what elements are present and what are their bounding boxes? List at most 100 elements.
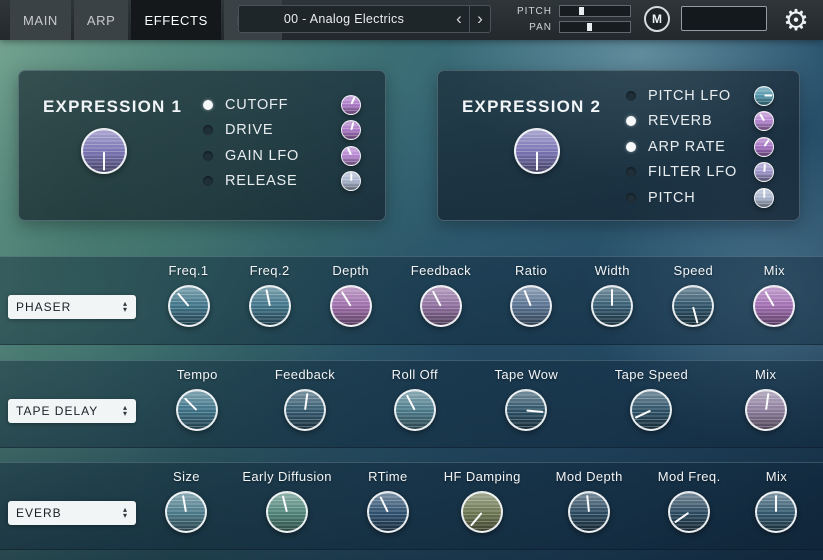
tape-delay-effect-selector[interactable]: TAPE DELAY ▴▾ bbox=[8, 399, 136, 423]
tape-wow-knob[interactable] bbox=[505, 389, 547, 431]
filter-lfo-amount-knob[interactable] bbox=[754, 162, 774, 182]
feedback-knob[interactable] bbox=[284, 389, 326, 431]
width-knob[interactable] bbox=[591, 285, 633, 327]
target-active-dot[interactable] bbox=[626, 116, 636, 126]
cutoff-amount-knob[interactable] bbox=[341, 95, 361, 115]
phaser-param-freq-2: Freq.2 bbox=[249, 263, 291, 327]
settings-gear-icon[interactable]: ⚙ bbox=[783, 3, 809, 38]
size-knob[interactable] bbox=[165, 491, 207, 533]
expression-target-pitch[interactable]: PITCH bbox=[626, 185, 774, 211]
freq-2-knob[interactable] bbox=[249, 285, 291, 327]
pan-slider-handle[interactable] bbox=[587, 23, 592, 31]
mix-knob[interactable] bbox=[753, 285, 795, 327]
expression-1-knob[interactable] bbox=[81, 128, 127, 174]
knob-needle bbox=[304, 393, 308, 411]
target-active-dot[interactable] bbox=[626, 142, 636, 152]
target-active-dot[interactable] bbox=[626, 167, 636, 177]
early-diffusion-knob[interactable] bbox=[266, 491, 308, 533]
phaser-row: PHASER ▴▾ Freq.1Freq.2DepthFeedbackRatio… bbox=[0, 256, 823, 345]
tape-delay-row: TAPE DELAY ▴▾ TempoFeedbackRoll OffTape … bbox=[0, 360, 823, 448]
tape-speed-knob[interactable] bbox=[630, 389, 672, 431]
depth-knob[interactable] bbox=[330, 285, 372, 327]
knob-needle bbox=[524, 289, 532, 306]
tape-delay-param-tape-wow: Tape Wow bbox=[495, 367, 559, 431]
knob-label: Feedback bbox=[411, 263, 471, 278]
mod-freq-knob[interactable] bbox=[668, 491, 710, 533]
phaser-param-ratio: Ratio bbox=[510, 263, 552, 327]
gain-lfo-amount-knob[interactable] bbox=[341, 146, 361, 166]
release-amount-knob[interactable] bbox=[341, 171, 361, 191]
knob-needle bbox=[763, 140, 769, 148]
pitch-label: PITCH bbox=[512, 6, 552, 17]
expression-target-release[interactable]: RELEASE bbox=[203, 169, 361, 195]
knob-label: RTime bbox=[368, 469, 408, 484]
pitch-slider-handle[interactable] bbox=[579, 7, 584, 15]
rtime-knob[interactable] bbox=[367, 491, 409, 533]
mono-button[interactable]: M bbox=[644, 6, 670, 32]
preset-selector[interactable]: 00 - Analog Electrics ‹ › bbox=[238, 5, 491, 33]
effect-selector-label: PHASER bbox=[16, 300, 71, 314]
knob-label: Tape Wow bbox=[495, 367, 559, 382]
feedback-knob[interactable] bbox=[420, 285, 462, 327]
arp-rate-amount-knob[interactable] bbox=[754, 137, 774, 157]
expression-target-gain-lfo[interactable]: GAIN LFO bbox=[203, 143, 361, 169]
tape-delay-knobs: TempoFeedbackRoll OffTape WowTape SpeedM… bbox=[148, 367, 815, 431]
target-active-dot[interactable] bbox=[203, 100, 213, 110]
mix-knob[interactable] bbox=[745, 389, 787, 431]
preset-arrows: ‹ › bbox=[449, 6, 490, 32]
expression-target-reverb[interactable]: REVERB bbox=[626, 109, 774, 135]
knob-label: Mod Depth bbox=[556, 469, 623, 484]
phaser-param-freq-1: Freq.1 bbox=[168, 263, 210, 327]
pitch-slider[interactable] bbox=[559, 5, 631, 17]
knob-needle bbox=[350, 122, 354, 130]
pitch-lfo-amount-knob[interactable] bbox=[754, 86, 774, 106]
freq-1-knob[interactable] bbox=[168, 285, 210, 327]
tab-main[interactable]: MAIN bbox=[10, 0, 71, 40]
tab-arp[interactable]: ARP bbox=[74, 0, 129, 40]
knob-needle bbox=[406, 394, 416, 410]
knob-label: HF Damping bbox=[444, 469, 521, 484]
target-active-dot[interactable] bbox=[203, 151, 213, 161]
ratio-knob[interactable] bbox=[510, 285, 552, 327]
preset-next-button[interactable]: › bbox=[470, 6, 490, 32]
target-label: CUTOFF bbox=[225, 97, 341, 113]
knob-needle bbox=[536, 151, 538, 170]
knob-needle bbox=[526, 409, 544, 413]
expression-2-knob[interactable] bbox=[514, 128, 560, 174]
knob-label: Freq.2 bbox=[250, 263, 290, 278]
target-label: REVERB bbox=[648, 113, 754, 129]
knob-needle bbox=[765, 393, 769, 411]
phaser-effect-selector[interactable]: PHASER ▴▾ bbox=[8, 295, 136, 319]
target-label: DRIVE bbox=[225, 122, 341, 138]
expression-2-title: EXPRESSION 2 bbox=[462, 97, 601, 117]
knob-label: Freq.1 bbox=[169, 263, 209, 278]
mix-knob[interactable] bbox=[755, 491, 797, 533]
tempo-knob[interactable] bbox=[176, 389, 218, 431]
hf-damping-knob[interactable] bbox=[461, 491, 503, 533]
everb-effect-selector[interactable]: EVERB ▴▾ bbox=[8, 501, 136, 525]
mod-depth-knob[interactable] bbox=[568, 491, 610, 533]
knob-label: Feedback bbox=[275, 367, 335, 382]
knob-needle bbox=[379, 496, 388, 513]
target-active-dot[interactable] bbox=[203, 125, 213, 135]
knob-needle bbox=[282, 495, 288, 512]
expression-target-drive[interactable]: DRIVE bbox=[203, 118, 361, 144]
speed-knob[interactable] bbox=[672, 285, 714, 327]
target-label: GAIN LFO bbox=[225, 148, 341, 164]
tape-delay-param-tempo: Tempo bbox=[176, 367, 218, 431]
target-active-dot[interactable] bbox=[626, 193, 636, 203]
expression-target-arp-rate[interactable]: ARP RATE bbox=[626, 134, 774, 160]
expression-target-pitch-lfo[interactable]: PITCH LFO bbox=[626, 83, 774, 109]
tab-effects[interactable]: EFFECTS bbox=[131, 0, 220, 40]
preset-prev-button[interactable]: ‹ bbox=[449, 6, 469, 32]
target-active-dot[interactable] bbox=[626, 91, 636, 101]
expression-target-filter-lfo[interactable]: FILTER LFO bbox=[626, 160, 774, 186]
drive-amount-knob[interactable] bbox=[341, 120, 361, 140]
target-active-dot[interactable] bbox=[203, 176, 213, 186]
roll-off-knob[interactable] bbox=[394, 389, 436, 431]
pitch-amount-knob[interactable] bbox=[754, 188, 774, 208]
expression-target-cutoff[interactable]: CUTOFF bbox=[203, 92, 361, 118]
reverb-amount-knob[interactable] bbox=[754, 111, 774, 131]
output-meter bbox=[681, 6, 767, 31]
pan-slider[interactable] bbox=[559, 21, 631, 33]
